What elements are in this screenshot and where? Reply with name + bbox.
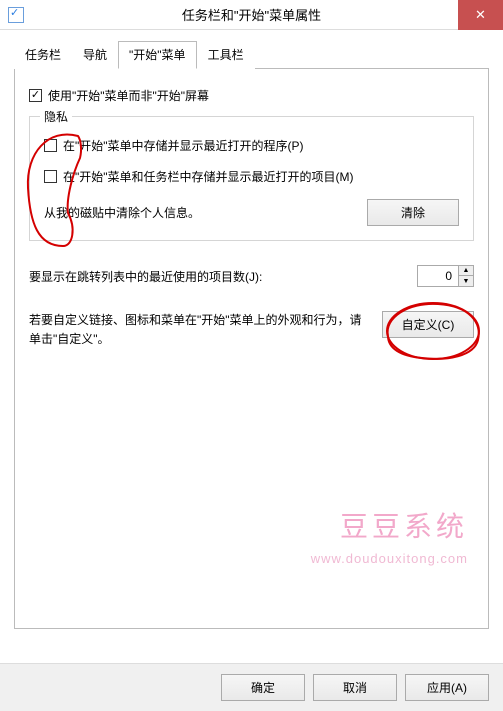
jumplist-spinner[interactable]: ▲ ▼ [417,265,474,287]
tab-navigation[interactable]: 导航 [72,41,118,69]
customize-description: 若要自定义链接、图标和菜单在"开始"菜单上的外观和行为，请单击"自定义"。 [29,311,372,349]
jumplist-label: 要显示在跳转列表中的最近使用的项目数(J): [29,268,262,285]
spinner-down[interactable]: ▼ [459,276,473,286]
watermark: 豆豆系统 www.doudouxitong.com [311,507,468,569]
tab-toolbars[interactable]: 工具栏 [197,41,255,69]
close-button[interactable]: ✕ [458,0,503,30]
apply-button[interactable]: 应用(A) [405,674,489,701]
store-programs-label: 在"开始"菜单中存储并显示最近打开的程序(P) [63,137,304,154]
tab-panel: 使用"开始"菜单而非"开始"屏幕 隐私 在"开始"菜单中存储并显示最近打开的程序… [14,69,489,629]
use-start-menu-checkbox[interactable] [29,89,42,102]
ok-button[interactable]: 确定 [221,674,305,701]
spinner-up[interactable]: ▲ [459,266,473,276]
tab-taskbar[interactable]: 任务栏 [14,41,72,69]
clear-button[interactable]: 清除 [367,199,459,226]
privacy-group: 隐私 在"开始"菜单中存储并显示最近打开的程序(P) 在"开始"菜单和任务栏中存… [29,116,474,241]
cancel-button[interactable]: 取消 [313,674,397,701]
watermark-name: 豆豆系统 [311,507,468,549]
window-title: 任务栏和"开始"菜单属性 [182,5,321,24]
use-start-menu-label: 使用"开始"菜单而非"开始"屏幕 [48,87,209,104]
store-items-checkbox[interactable] [44,170,57,183]
customize-button[interactable]: 自定义(C) [382,311,474,338]
jumplist-input[interactable] [418,266,458,286]
store-items-label: 在"开始"菜单和任务栏中存储并显示最近打开的项目(M) [63,168,354,185]
privacy-legend: 隐私 [40,108,72,125]
store-programs-checkbox[interactable] [44,139,57,152]
clear-personal-label: 从我的磁贴中清除个人信息。 [44,204,200,221]
watermark-url: www.doudouxitong.com [311,549,468,569]
dialog-footer: 确定 取消 应用(A) [0,663,503,711]
tab-start-menu[interactable]: "开始"菜单 [118,41,197,69]
app-icon [8,7,24,23]
tab-bar: 任务栏 导航 "开始"菜单 工具栏 [14,40,489,69]
